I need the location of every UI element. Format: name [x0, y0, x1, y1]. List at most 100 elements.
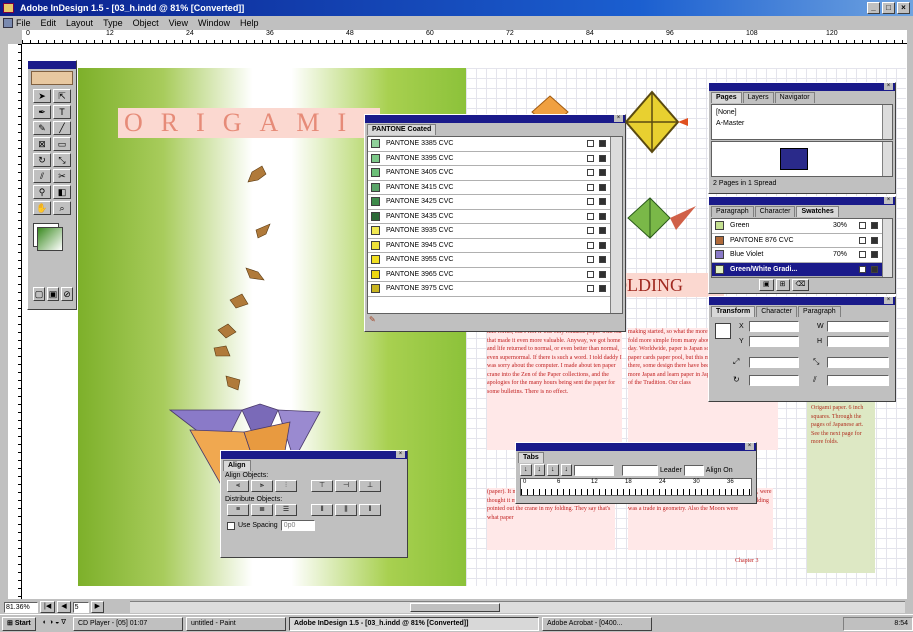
align-on-field[interactable]: [683, 464, 704, 476]
align-panel-title-bar[interactable]: ×: [221, 451, 407, 459]
document-pages-list[interactable]: [711, 141, 893, 177]
align-top-edges-button[interactable]: ⊤: [311, 480, 333, 492]
hand-tool-icon[interactable]: ✋: [33, 201, 51, 215]
transform-panel-title-bar[interactable]: ×: [709, 297, 895, 305]
pages-panel[interactable]: × Pages Layers Navigator [None] A-Master…: [708, 82, 896, 194]
pantone-swatch-row[interactable]: PANTONE 3955 CVC: [368, 253, 622, 268]
swatch-row[interactable]: Green/White Gradi...: [712, 262, 892, 277]
menu-object[interactable]: Object: [133, 16, 159, 30]
scale-y-field[interactable]: [827, 357, 889, 368]
transform-panel[interactable]: × Transform Character Paragraph X Y W H …: [708, 296, 896, 402]
pages-panel-title-bar[interactable]: ×: [709, 83, 895, 91]
eyedropper-tool-icon[interactable]: ⚲: [33, 185, 51, 199]
scissors-tool-icon[interactable]: ✂: [53, 169, 71, 183]
horizontal-scrollbar[interactable]: [130, 601, 905, 613]
line-tool-icon[interactable]: ╱: [53, 121, 71, 135]
tab-pages[interactable]: Pages: [711, 92, 742, 103]
taskbar-task-indesign[interactable]: Adobe InDesign 1.5 - [03_h.indd @ 81% [C…: [288, 616, 539, 631]
master-pages-list[interactable]: [None] A-Master: [711, 104, 893, 140]
tab-transform[interactable]: Transform: [711, 306, 756, 317]
swatches-scrollbar[interactable]: [882, 219, 892, 277]
distribute-bottom-button[interactable]: ☰: [275, 504, 297, 516]
panel-menu-icon[interactable]: ✎: [365, 315, 625, 327]
zoom-tool-icon[interactable]: ⌕: [53, 201, 71, 215]
pantone-swatch-row[interactable]: PANTONE 3975 CVC: [368, 282, 622, 297]
pantone-swatch-row[interactable]: PANTONE 3415 CVC: [368, 180, 622, 195]
minimize-button[interactable]: _: [867, 2, 880, 14]
fill-swatch[interactable]: [37, 227, 63, 251]
master-none[interactable]: [None]: [716, 107, 888, 118]
selection-tool-icon[interactable]: ➤: [33, 89, 51, 103]
panel-close-button[interactable]: ×: [884, 197, 893, 204]
maximize-button[interactable]: □: [882, 2, 895, 14]
right-justified-tab-button[interactable]: ↓: [547, 464, 559, 476]
tab-layers[interactable]: Layers: [742, 92, 774, 103]
scale-x-field[interactable]: [749, 357, 799, 368]
pencil-tool-icon[interactable]: ✎: [33, 121, 51, 135]
scale-tool-icon[interactable]: ⤡: [53, 153, 71, 167]
page-number-field[interactable]: 5: [72, 601, 89, 613]
pantone-swatch-row[interactable]: PANTONE 3965 CVC: [368, 267, 622, 282]
tabs-panel[interactable]: × Tabs ↓ ↓ ↓ ↓ Leader Align On 0 6 12 18…: [515, 442, 757, 504]
x-field[interactable]: [749, 321, 799, 332]
distribute-left-button[interactable]: ⦀: [311, 504, 333, 516]
gradient-tool-icon[interactable]: ◧: [53, 185, 71, 199]
normal-view-icon[interactable]: ▢: [33, 287, 45, 301]
window-title-bar[interactable]: Adobe InDesign 1.5 - [03_h.indd @ 81% [C…: [0, 0, 913, 16]
distribute-horizontal-centers-button[interactable]: ⫼: [335, 504, 357, 516]
page-spread-thumbnail[interactable]: [780, 148, 808, 170]
w-field[interactable]: [827, 321, 889, 332]
pantone-swatch-list[interactable]: PANTONE 3385 CVC PANTONE 3395 CVC PANTONE …: [367, 136, 623, 314]
tab-align[interactable]: Align: [223, 460, 251, 471]
menu-window[interactable]: Window: [198, 16, 230, 30]
tab-transform-paragraph[interactable]: Paragraph: [797, 306, 841, 317]
pantone-panel-title-bar[interactable]: ×: [365, 115, 625, 123]
frame-tool-icon[interactable]: ⊠: [33, 137, 51, 151]
origami-heading[interactable]: ORIGAMI: [118, 108, 380, 138]
distribute-right-button[interactable]: ‖: [359, 504, 381, 516]
panel-close-button[interactable]: ×: [614, 115, 623, 122]
swatches-list[interactable]: Green 30% PANTONE 876 CVC Blue Violet 70% Gre…: [711, 218, 893, 278]
show-all-swatches-button[interactable]: ▣: [759, 279, 774, 291]
apply-none-icon[interactable]: ⊘: [61, 287, 73, 301]
menu-file[interactable]: File: [16, 16, 31, 30]
rotate-field[interactable]: [749, 375, 799, 386]
taskbar-task-cd-player[interactable]: CD Player - [05] 01:07: [72, 616, 183, 631]
shear-field[interactable]: [827, 375, 889, 386]
delete-swatch-button[interactable]: ⌫: [791, 279, 810, 291]
pantone-swatch-row[interactable]: PANTONE 3945 CVC: [368, 238, 622, 253]
use-spacing-checkbox[interactable]: [227, 521, 235, 530]
swatch-row[interactable]: Blue Violet 70%: [712, 248, 892, 263]
align-right-edges-button[interactable]: ⫶: [275, 480, 297, 492]
pantone-swatch-panel[interactable]: × PANTONE Coated PANTONE 3385 CVC PANTONE…: [364, 114, 626, 332]
panel-close-button[interactable]: ×: [884, 297, 893, 304]
swatches-panel[interactable]: × Paragraph Character Swatches Green 30% P…: [708, 196, 896, 294]
previous-page-button[interactable]: ◀: [57, 601, 71, 613]
toolbox-panel[interactable]: ➤ ⇱ ✒ T ✎ ╱ ⊠ ▭ ↻ ⤡ ⫽ ✂ ⚲ ◧ ✋ ⌕ ▢ ▣ ⊘: [27, 60, 77, 310]
tab-x-field[interactable]: [574, 464, 614, 476]
leader-field[interactable]: [622, 464, 658, 476]
swatch-list-scrollbar[interactable]: [610, 137, 622, 313]
vertical-ruler[interactable]: [8, 44, 22, 599]
pantone-swatch-row[interactable]: PANTONE 3395 CVC: [368, 151, 622, 166]
panel-close-button[interactable]: ×: [396, 451, 405, 458]
next-page-button[interactable]: ▶: [90, 601, 104, 613]
pages-list-scrollbar[interactable]: [882, 142, 892, 176]
taskbar-task-acrobat[interactable]: Adobe Acrobat - [0400...: [541, 616, 652, 631]
start-button[interactable]: ⊞ Start: [2, 616, 36, 631]
toolbox-title-bar[interactable]: [28, 61, 76, 69]
rotate-tool-icon[interactable]: ↻: [33, 153, 51, 167]
tab-navigator[interactable]: Navigator: [774, 92, 815, 103]
distribute-vertical-centers-button[interactable]: ≣: [251, 504, 273, 516]
rectangle-tool-icon[interactable]: ▭: [53, 137, 71, 151]
tabs-panel-title-bar[interactable]: ×: [516, 443, 756, 451]
horizontal-scroll-thumb[interactable]: [410, 603, 500, 612]
tab-tabs[interactable]: Tabs: [518, 452, 544, 463]
left-justified-tab-button[interactable]: ↓: [520, 464, 532, 476]
close-button[interactable]: ×: [897, 2, 910, 14]
reference-point-icon[interactable]: [715, 323, 731, 339]
menu-layout[interactable]: Layout: [66, 16, 93, 30]
type-tool-icon[interactable]: T: [53, 105, 71, 119]
align-left-edges-button[interactable]: ⫷: [227, 480, 249, 492]
menu-type[interactable]: Type: [103, 16, 123, 30]
